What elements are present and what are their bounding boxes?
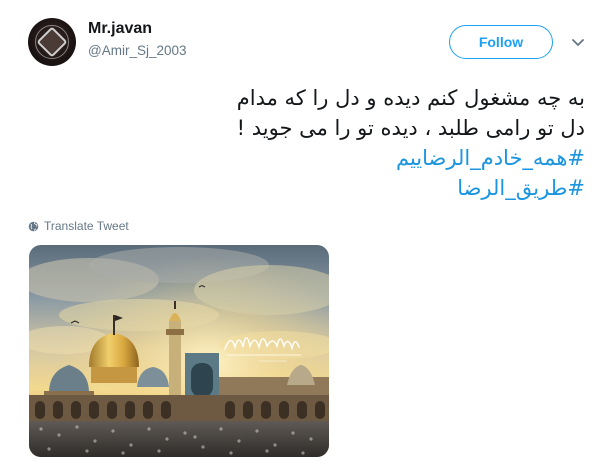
tweet-card: Mr.javan @Amir_Sj_2003 Follow به چه مشغو… (0, 0, 615, 466)
tweet-image[interactable] (29, 245, 329, 457)
tweet-text: به چه مشغول کنم دیده و دل را که مدام دل … (150, 83, 585, 203)
translate-label: Translate Tweet (44, 219, 129, 233)
chevron-down-icon[interactable] (572, 38, 584, 48)
shrine-photo (29, 245, 329, 457)
avatar[interactable] (28, 18, 76, 66)
tweet-text-line: دل تو رامی طلبد ، دیده تو را می جوید ! (236, 116, 585, 140)
tweet-text-line: به چه مشغول کنم دیده و دل را که مدام (236, 86, 585, 110)
user-handle[interactable]: @Amir_Sj_2003 (88, 43, 187, 58)
translate-tweet-link[interactable]: Translate Tweet (28, 219, 129, 233)
hashtag-link[interactable]: #طریق_الرضا (150, 173, 585, 203)
hashtag-link[interactable]: #همه_خادم_الرضاییم (150, 143, 585, 173)
globe-icon (28, 221, 39, 231)
follow-button[interactable]: Follow (449, 25, 553, 59)
display-name[interactable]: Mr.javan (88, 20, 152, 38)
